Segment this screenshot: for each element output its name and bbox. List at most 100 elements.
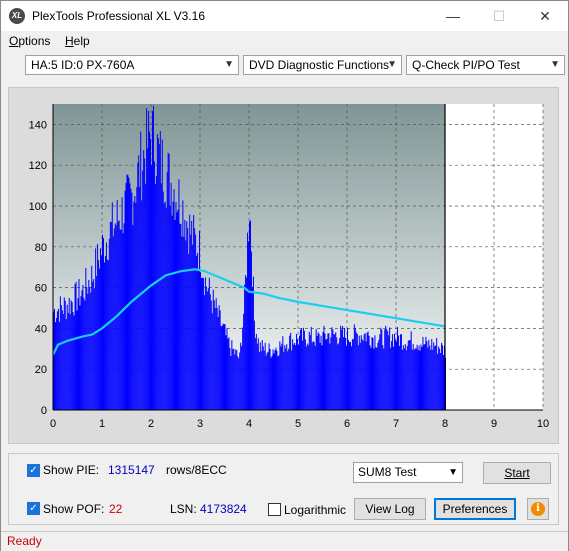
- pie-bar: [255, 333, 257, 410]
- chevron-down-icon: ▼: [224, 59, 234, 70]
- start-button[interactable]: Start: [483, 462, 551, 484]
- pie-bar: [116, 200, 118, 410]
- sum-test-select[interactable]: SUM8 Test ▼: [353, 462, 463, 483]
- window-title: PlexTools Professional XL V3.16: [32, 9, 205, 23]
- pie-bar: [337, 344, 339, 410]
- pie-bar: [110, 221, 112, 410]
- pie-bar: [288, 348, 290, 410]
- chart-panel: 0 1 2 3 4 5 6 7 8 9 10 0 20 40 60 80 100 120 140: [8, 87, 559, 444]
- show-pie-checkbox[interactable]: ✓: [27, 464, 40, 477]
- pie-bar: [239, 352, 241, 410]
- pie-bar: [322, 332, 324, 410]
- pie-bar: [358, 335, 360, 410]
- test-type-select[interactable]: Q-Check PI/PO Test ▼: [406, 55, 565, 75]
- pie-bar: [258, 351, 260, 410]
- pie-bar: [378, 339, 380, 410]
- pie-bar: [206, 291, 208, 410]
- y-tick-label: 100: [29, 201, 47, 213]
- view-log-button[interactable]: View Log: [354, 498, 426, 520]
- pie-bar: [439, 348, 441, 410]
- pie-bar: [75, 281, 77, 410]
- logarithmic-checkbox[interactable]: [268, 503, 281, 516]
- x-tick-label: 10: [537, 418, 549, 430]
- close-button[interactable]: ✕: [522, 1, 568, 31]
- pie-bar: [413, 349, 415, 410]
- show-pof-checkbox[interactable]: ✓: [27, 502, 40, 515]
- maximize-button[interactable]: ☐: [476, 1, 522, 31]
- pie-bar: [148, 110, 150, 411]
- pie-bar: [411, 349, 413, 410]
- pie-unit-label: rows/8ECC: [166, 463, 227, 477]
- pie-bar: [98, 260, 100, 410]
- pie-bar: [271, 355, 273, 410]
- pie-bar: [158, 144, 160, 410]
- menu-help[interactable]: Help: [65, 34, 90, 48]
- pie-bar: [412, 343, 414, 410]
- pie-bar: [73, 315, 75, 410]
- pie-bar: [405, 350, 407, 410]
- pie-bar: [351, 339, 353, 410]
- minimize-button[interactable]: —: [430, 1, 476, 31]
- pie-bar: [78, 279, 80, 410]
- pie-bar: [300, 328, 302, 410]
- menu-options[interactable]: Options: [9, 34, 50, 48]
- pie-bar: [89, 287, 91, 410]
- pie-bar: [335, 332, 337, 410]
- pie-bar: [254, 338, 256, 410]
- pie-bar: [77, 298, 79, 410]
- pie-bar: [385, 325, 387, 410]
- info-button[interactable]: i: [527, 498, 549, 520]
- pie-bar: [189, 214, 191, 410]
- controls-panel: ✓ Show PIE: 1315147 rows/8ECC SUM8 Test …: [8, 453, 559, 525]
- pie-bar: [137, 162, 139, 410]
- pie-bar: [241, 345, 243, 410]
- pie-bar: [124, 190, 126, 410]
- pie-bar: [183, 236, 185, 410]
- pie-bar: [364, 333, 366, 410]
- pie-bar: [416, 344, 418, 410]
- pie-bar: [362, 340, 364, 410]
- pie-bar: [442, 345, 444, 410]
- pie-bar: [374, 335, 376, 410]
- pie-bar: [171, 215, 173, 410]
- function-select[interactable]: DVD Diagnostic Functions ▼: [243, 55, 402, 75]
- pie-bar: [281, 343, 283, 410]
- pie-bar: [140, 131, 142, 411]
- pie-bar: [251, 286, 253, 410]
- pie-bar: [125, 183, 127, 410]
- y-tick-label: 140: [29, 119, 47, 131]
- pie-bar: [220, 325, 222, 410]
- pie-bar: [195, 234, 197, 410]
- pie-bar: [314, 345, 316, 410]
- pie-bar: [223, 324, 225, 410]
- device-select[interactable]: HA:5 ID:0 PX-760A ▼: [25, 55, 239, 75]
- pie-bar: [86, 287, 88, 410]
- pie-bar: [298, 344, 299, 410]
- pie-bar: [178, 179, 180, 410]
- pie-bar: [101, 255, 103, 410]
- logarithmic-label: Logarithmic: [284, 503, 347, 517]
- pie-bar: [164, 201, 166, 410]
- pie-bar: [134, 196, 136, 410]
- pie-bar: [69, 314, 71, 410]
- pie-bar: [221, 326, 223, 410]
- pie-bar: [57, 308, 59, 410]
- pie-bar: [201, 277, 203, 410]
- x-tick-label: 6: [344, 418, 350, 430]
- menu-help-label: elp: [73, 34, 90, 48]
- pi-po-chart: 0 1 2 3 4 5 6 7 8 9 10 0 20 40 60 80 100 120 140: [29, 104, 549, 430]
- pie-bar: [81, 290, 83, 410]
- pie-bar: [343, 337, 345, 410]
- pie-bar: [311, 342, 313, 410]
- menu-options-label: ptions: [18, 34, 51, 48]
- pie-bar: [415, 348, 417, 410]
- pie-bar: [246, 277, 248, 410]
- pie-bar: [214, 308, 216, 410]
- preferences-button[interactable]: Preferences: [434, 498, 516, 520]
- pie-bar: [312, 341, 314, 410]
- pie-bar: [151, 165, 152, 410]
- pie-bar: [242, 327, 244, 410]
- x-tick-label: 0: [50, 418, 56, 430]
- pie-bar: [276, 350, 278, 410]
- pie-bar: [283, 351, 285, 410]
